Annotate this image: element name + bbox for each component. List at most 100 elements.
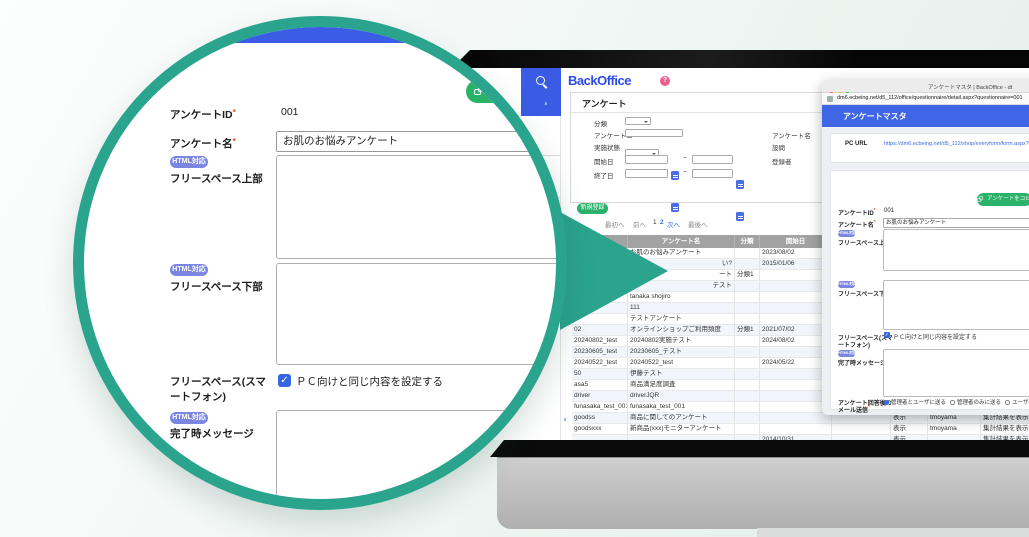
- magnified-blue-header: [130, 27, 500, 43]
- complete-message-textarea[interactable]: [276, 410, 556, 499]
- pagination-page-2[interactable]: 2: [660, 219, 664, 226]
- survey-id-link[interactable]: goodsxxx: [572, 424, 628, 434]
- survey-id-link[interactable]: [572, 435, 628, 440]
- html-support-badge: HTML対応: [838, 350, 855, 357]
- survey-name-input[interactable]: お肌のお悩みアンケート: [883, 218, 1029, 228]
- survey-id-link[interactable]: driver: [572, 391, 628, 401]
- aggregate-result-link[interactable]: 集計結果を表示: [981, 435, 1029, 440]
- table-row[interactable]: goodsxxx 新商品(xxx)モニターアンケート 表示 tmoyama 集計…: [572, 424, 1029, 435]
- aggregate-result-link[interactable]: 集計結果を表示: [981, 424, 1029, 434]
- free-space-top-textarea[interactable]: [276, 155, 556, 259]
- marketing-screenshot: ∧ ∨ BackOffice ? アンケート 分類 アンケートID 実施状態 開…: [0, 0, 1029, 537]
- radio-admin-and-user[interactable]: [884, 400, 889, 405]
- category-cell: 分類1: [735, 325, 760, 335]
- backoffice-logo: BackOffice: [568, 73, 631, 88]
- end-date-from-input[interactable]: [625, 169, 668, 178]
- free-space-sp-label-2: ートフォン): [170, 389, 226, 404]
- survey-name-cell: 商品に関してのアンケート: [628, 413, 735, 423]
- help-icon[interactable]: ?: [660, 76, 670, 86]
- survey-id-link[interactable]: 20240522_test: [572, 358, 628, 368]
- start-date-cell: 2014/10/31: [760, 435, 832, 440]
- range-separator: ~: [683, 155, 687, 162]
- end-date-cell: [832, 435, 891, 440]
- category-cell: [735, 248, 760, 258]
- survey-name-cell: driverJQR: [628, 391, 735, 401]
- start-date-to-input[interactable]: [692, 155, 733, 164]
- calendar-icon[interactable]: [736, 212, 744, 221]
- display-status-cell: 表示: [891, 424, 928, 434]
- popup-url: dm6.ecbeing.net/d5_112/office/questionna…: [837, 95, 1029, 101]
- magnifier-content: アンケートをコピー アンケートID* 001 アンケート名* お肌のお悩みアンケ…: [84, 27, 556, 499]
- survey-name-label: アンケート名: [772, 130, 811, 140]
- start-date-from-input[interactable]: [625, 155, 668, 164]
- copy-survey-button[interactable]: アンケートをコピー: [977, 193, 1029, 206]
- category-cell: [735, 358, 760, 368]
- calendar-icon[interactable]: [671, 171, 679, 180]
- survey-id-link[interactable]: funasaka_test_001: [572, 402, 628, 412]
- survey-name-cell: テストアンケート: [628, 314, 735, 324]
- survey-name-cell: funasaka_test_001: [628, 402, 735, 412]
- free-space-bottom-textarea[interactable]: [276, 263, 556, 365]
- pagination-prev[interactable]: 前へ: [633, 219, 646, 229]
- calendar-icon[interactable]: [671, 203, 679, 212]
- survey-name-cell: お肌のお悩みアンケート: [628, 248, 735, 258]
- survey-name-cell: 伊藤テスト: [628, 369, 735, 379]
- survey-id-link[interactable]: 02: [572, 325, 628, 335]
- survey-name-input[interactable]: お肌のお悩みアンケート: [276, 131, 556, 152]
- same-as-pc-label: ＰＣ向けと同じ内容を設定する: [893, 332, 977, 341]
- survey-name-cell: [628, 435, 735, 440]
- pc-url-label: PC URL: [845, 141, 867, 147]
- radio-admin-and-user-label: 管理者とユーザに送る: [891, 398, 946, 406]
- survey-id-link[interactable]: 50: [572, 369, 628, 379]
- radio-user-only-label: ユーザのみに送る: [1012, 398, 1029, 406]
- category-cell: [735, 435, 760, 440]
- pagination-next[interactable]: 次へ: [667, 219, 680, 229]
- category-cell: [735, 402, 760, 412]
- survey-name-cell: 20230605_テスト: [628, 347, 735, 357]
- pagination-first[interactable]: 最初へ: [605, 219, 625, 229]
- calendar-icon[interactable]: [736, 180, 744, 189]
- complete-message-textarea[interactable]: [883, 349, 1029, 397]
- category-cell: [735, 369, 760, 379]
- same-as-pc-checkbox[interactable]: ✓: [884, 332, 890, 338]
- end-date-to-input[interactable]: [692, 169, 733, 178]
- category-cell: [735, 424, 760, 434]
- survey-id-value: 001: [884, 208, 894, 214]
- register-button[interactable]: 新規登録: [577, 203, 608, 214]
- free-space-bottom-textarea[interactable]: [883, 280, 1029, 330]
- detail-popup-window: アンケートマスタ | BackOffice - dt dm6.ecbeing.n…: [822, 80, 1029, 415]
- free-space-sp-label-2: ートフォン): [838, 340, 870, 349]
- category-cell: [735, 292, 760, 302]
- survey-id-link[interactable]: goodss: [572, 413, 628, 423]
- survey-id-input[interactable]: [625, 129, 683, 137]
- registrant-cell: [928, 435, 981, 440]
- html-support-badge: HTML対応: [170, 412, 208, 424]
- menu-expand-icon[interactable]: ∨: [563, 417, 567, 423]
- same-as-pc-checkbox[interactable]: ✓: [278, 374, 291, 387]
- free-space-top-textarea[interactable]: [883, 229, 1029, 271]
- range-separator: ~: [683, 169, 687, 176]
- monitor-stand: [757, 528, 1029, 537]
- html-support-badge: HTML対応: [170, 264, 208, 276]
- table-row[interactable]: 2014/10/31 表示 集計結果を表示: [572, 435, 1029, 440]
- survey-name-label: アンケート名*: [170, 136, 236, 151]
- survey-id-value: 001: [281, 106, 299, 118]
- pagination-last[interactable]: 最後へ: [688, 219, 708, 229]
- end-date-cell: [832, 424, 891, 434]
- category-label: 分類: [594, 118, 607, 128]
- category-cell: [735, 303, 760, 313]
- free-space-top-label: フリースペース上部: [170, 171, 263, 186]
- category-select[interactable]: [625, 117, 651, 125]
- same-as-pc-label: ＰＣ向けと同じ内容を設定する: [296, 374, 443, 389]
- survey-id-link[interactable]: asa5: [572, 380, 628, 390]
- survey-name-cell: 新商品(xxx)モニターアンケート: [628, 424, 735, 434]
- radio-admin-only[interactable]: [950, 400, 955, 405]
- pc-url-link[interactable]: https://dm6.ecbeing.net/d5_112/shop/ever…: [884, 141, 1029, 147]
- copy-survey-button[interactable]: アンケートをコピー: [466, 80, 530, 103]
- complete-message-label: 完了時メッセージ: [838, 358, 886, 367]
- copy-icon: [474, 85, 484, 95]
- mail-send-label-2: メール送信*: [838, 405, 870, 414]
- radio-user-only[interactable]: [1005, 400, 1010, 405]
- survey-id-link[interactable]: 20240802_test: [572, 336, 628, 346]
- survey-id-link[interactable]: 20230605_test: [572, 347, 628, 357]
